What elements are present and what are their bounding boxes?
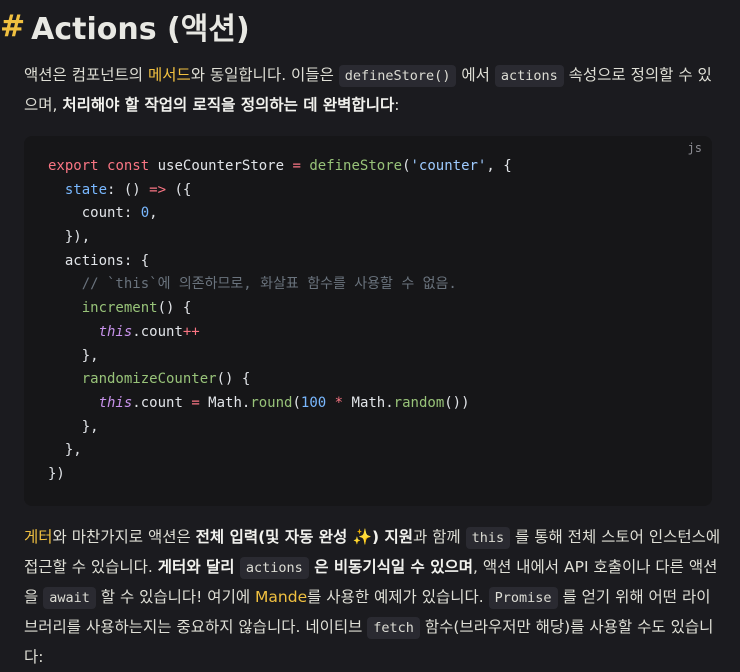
tok	[48, 182, 65, 198]
code-line-3: count: 0,	[48, 202, 512, 226]
methods-link[interactable]: 메서드	[148, 66, 191, 84]
page-title: Actions (액션)	[31, 12, 250, 47]
tok: ())	[444, 394, 470, 411]
tok: Math.	[199, 394, 251, 411]
tok: ++	[182, 323, 200, 340]
code-line-6: // `this`에 의존하므로, 화살표 함수를 사용할 수 없음.	[48, 273, 512, 297]
bold-text: 은 비동기식일 수 있으며	[308, 558, 473, 576]
tok: =>	[149, 181, 167, 198]
text: 와 마찬가지로 액션은	[52, 528, 196, 546]
code-line-9: },	[48, 345, 512, 369]
inline-code-definestore: defineStore()	[338, 65, 457, 87]
tok: increment	[81, 300, 158, 317]
tok: *	[334, 394, 344, 411]
inline-code-fetch: fetch	[367, 617, 420, 639]
tok: this	[98, 394, 133, 411]
actions-description-paragraph: 게터와 마찬가지로 액션은 전체 입력(및 자동 완성 ✨) 지원과 함께 th…	[24, 523, 724, 672]
tok: state	[64, 181, 108, 198]
code-line-5: actions: {	[48, 250, 512, 274]
tok	[48, 395, 99, 411]
tok	[48, 300, 82, 316]
tok	[48, 324, 99, 340]
code-line-12: },	[48, 416, 512, 440]
bold-text: 처리해야 할 작업의 로직을 정의하는 데 완벽합니다	[62, 96, 395, 114]
tok: 100	[300, 394, 327, 411]
tok: , {	[486, 158, 512, 174]
tok: .count	[132, 323, 183, 340]
tok: defineStore	[309, 158, 403, 174]
tok: this	[98, 323, 133, 340]
text: :	[394, 96, 400, 114]
tok: },	[48, 418, 99, 435]
tok: : ()	[107, 181, 150, 198]
text: 과 함께	[412, 528, 466, 546]
bold-text: 전체 입력(및 자동 완성 ✨) 지원	[195, 528, 413, 546]
bold-text: 게터와 달리	[157, 558, 240, 576]
tok: })	[48, 465, 65, 482]
tok	[99, 158, 107, 174]
text: 와 동일합니다. 이들은	[190, 66, 339, 84]
tok	[326, 395, 334, 411]
code-line-8: this.count++	[48, 321, 512, 345]
code-block: js export const useCounterStore = define…	[24, 136, 712, 506]
inline-code-actions: actions	[239, 557, 309, 579]
code-language-label: js	[687, 141, 702, 155]
heading-anchor-link[interactable]: #	[0, 9, 25, 44]
tok: 0	[140, 205, 150, 222]
code-line-10: randomizeCounter() {	[48, 368, 512, 392]
code-line-13: },	[48, 439, 512, 463]
tok: .count	[132, 394, 192, 411]
tok: ({	[166, 181, 192, 198]
text: 에서	[456, 66, 495, 84]
text: 를 사용한 예제가 있습니다.	[307, 588, 489, 606]
tok: (	[402, 158, 411, 174]
tok	[48, 371, 82, 387]
tok: =	[191, 394, 200, 411]
tok: export	[48, 158, 99, 174]
code-line-2: state: () => ({	[48, 179, 512, 203]
tok: 'counter'	[410, 158, 487, 174]
tok: actions: {	[48, 252, 150, 269]
inline-code-this: this	[465, 527, 511, 549]
tok: Math.	[343, 394, 394, 411]
code-comment: // `this`에 의존하므로, 화살표 함수를 사용할 수 없음.	[48, 276, 457, 293]
code-line-11: this.count = Math.round(100 * Math.rando…	[48, 392, 512, 416]
code-content: export const useCounterStore = defineSto…	[48, 155, 512, 487]
code-line-4: }),	[48, 226, 512, 250]
text: 할 수 있습니다! 여기에	[95, 588, 256, 606]
tok: round	[250, 394, 293, 411]
tok: random	[393, 394, 445, 411]
inline-code-promise: Promise	[488, 587, 558, 609]
page-heading: # Actions (액션)	[0, 4, 250, 48]
tok: },	[48, 347, 99, 364]
tok: const	[107, 158, 150, 174]
tok: useCounterStore	[149, 158, 293, 174]
tok: (	[292, 394, 301, 411]
getters-link[interactable]: 게터	[24, 528, 53, 546]
tok: () {	[216, 371, 251, 388]
tok: randomizeCounter	[81, 371, 217, 388]
tok: }),	[48, 229, 91, 246]
intro-paragraph: 액션은 컴포넌트의 메서드와 동일합니다. 이들은 defineStore() …	[24, 61, 724, 120]
mande-link[interactable]: Mande	[255, 588, 307, 606]
tok: =	[292, 158, 301, 174]
code-line-1: export const useCounterStore = defineSto…	[48, 155, 512, 179]
code-line-14: })	[48, 463, 512, 487]
tok: () {	[157, 300, 192, 317]
code-line-7: increment() {	[48, 297, 512, 321]
text: 액션은 컴포넌트의	[24, 66, 148, 84]
inline-code-actions: actions	[494, 65, 564, 87]
tok: count:	[48, 205, 141, 222]
tok: ,	[149, 205, 158, 222]
inline-code-await: await	[43, 587, 96, 609]
tok: },	[48, 442, 82, 459]
